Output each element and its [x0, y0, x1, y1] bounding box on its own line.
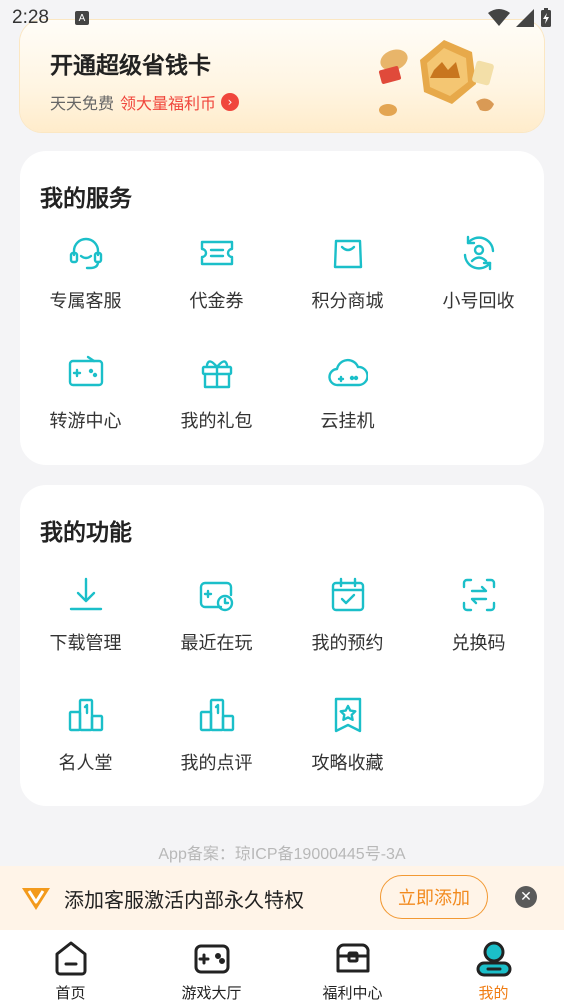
service-item-coupon[interactable]: 代金券: [151, 233, 282, 333]
battery-icon: [541, 8, 551, 27]
service-item-transfer-center[interactable]: 转游中心: [20, 353, 151, 453]
bookmark-star-icon: [334, 697, 361, 733]
vip-badge-icon: [22, 888, 50, 910]
icp-record-text: App备案：琼ICP备19000445号-3A: [158, 846, 406, 863]
service-label: 代金券: [189, 291, 244, 312]
function-item-hall-of-fame[interactable]: 名人堂: [20, 695, 151, 795]
close-icon[interactable]: ✕: [515, 886, 537, 908]
recycle-user-icon: [463, 235, 494, 271]
tab-game-hall[interactable]: 游戏大厅: [141, 930, 282, 1004]
tab-label: 福利中心: [322, 984, 383, 1002]
promo-subtitle-row: 天天免费 领大量福利币 ›: [50, 90, 240, 114]
coupon-icon: [200, 240, 233, 266]
tab-home[interactable]: 首页: [0, 930, 141, 1004]
function-item-downloads[interactable]: 下载管理: [20, 575, 151, 675]
tab-profile[interactable]: 我的: [423, 930, 564, 1004]
service-item-my-gifts[interactable]: 我的礼包: [151, 353, 282, 453]
section-title: 我的功能: [40, 520, 132, 546]
home-icon: [55, 941, 86, 976]
cloud-gamepad-icon: [327, 358, 368, 387]
download-icon: [69, 577, 102, 611]
promo-subtitle: 天天免费: [50, 94, 115, 113]
function-item-redeem-code[interactable]: 兑换码: [413, 575, 544, 675]
tab-label: 游戏大厅: [181, 984, 242, 1002]
status-bar: 2:28 A: [0, 0, 564, 36]
my-services-card: 我的服务 专属客服 代金券 积分商城 小号回收 转游中心 我的礼包 云挂机: [20, 151, 544, 465]
service-item-account-recycle[interactable]: 小号回收: [413, 233, 544, 333]
function-item-recent-play[interactable]: 最近在玩: [151, 575, 282, 675]
function-item-guide-favorites[interactable]: 攻略收藏: [282, 695, 413, 795]
function-item-reservations[interactable]: 我的预约: [282, 575, 413, 675]
shopping-bag-icon: [333, 239, 362, 269]
function-label: 最近在玩: [180, 633, 253, 654]
service-label: 积分商城: [311, 291, 384, 312]
status-indicators: [488, 8, 552, 28]
function-label: 下载管理: [49, 633, 122, 654]
service-label: 转游中心: [49, 411, 122, 432]
service-item-customer-service[interactable]: 专属客服: [20, 233, 151, 333]
add-now-button[interactable]: 立即添加: [380, 875, 488, 919]
service-label: 专属客服: [49, 291, 122, 312]
gold-badge-illustration-icon: [378, 40, 494, 116]
section-title: 我的服务: [40, 186, 132, 212]
headset-icon: [69, 237, 102, 270]
tab-label: 首页: [55, 984, 86, 1002]
calendar-check-icon: [331, 577, 364, 612]
signal-icon: [516, 9, 534, 27]
wifi-icon: [488, 9, 510, 26]
function-label: 我的点评: [180, 753, 253, 774]
exchange-code-icon: [462, 578, 495, 612]
profile-icon: [476, 941, 511, 977]
tab-welfare-center[interactable]: 福利中心: [282, 930, 423, 1004]
tab-label: 我的: [478, 984, 509, 1002]
function-label: 我的预约: [311, 633, 384, 654]
service-label: 云挂机: [320, 411, 375, 432]
review-podium-icon: [199, 698, 234, 732]
service-label: 小号回收: [442, 291, 515, 312]
promo-title: 开通超级省钱卡: [50, 53, 211, 79]
service-item-points-mall[interactable]: 积分商城: [282, 233, 413, 333]
notice-text: 添加客服激活内部永久特权: [64, 887, 304, 912]
service-label: 我的礼包: [180, 411, 253, 432]
bottom-tab-bar: 首页 游戏大厅 福利中心 我的: [0, 930, 564, 1004]
function-label: 兑换码: [451, 633, 506, 654]
function-label: 攻略收藏: [311, 753, 384, 774]
game-transfer-icon: [68, 355, 103, 387]
notification-a-icon: A: [74, 11, 89, 25]
chevron-right-icon: ›: [221, 93, 240, 111]
my-functions-card: 我的功能 下载管理 最近在玩 我的预约 兑换码 名人堂 我的点评 攻略收藏: [20, 485, 544, 806]
function-item-my-reviews[interactable]: 我的点评: [151, 695, 282, 795]
customer-service-notice-bar: 添加客服激活内部永久特权 立即添加 ✕: [0, 866, 564, 930]
recent-play-icon: [199, 581, 233, 612]
gamepad-icon: [194, 944, 229, 974]
treasure-chest-icon: [335, 943, 370, 973]
status-time: 2:28: [12, 7, 49, 28]
service-item-cloud-hosting[interactable]: 云挂机: [282, 353, 413, 453]
gift-icon: [201, 360, 232, 389]
promo-highlight: 领大量福利币: [120, 94, 217, 113]
function-label: 名人堂: [58, 753, 113, 774]
savings-card-banner[interactable]: 开通超级省钱卡 天天免费 领大量福利币 ›: [20, 20, 544, 132]
podium-icon: [68, 698, 103, 732]
